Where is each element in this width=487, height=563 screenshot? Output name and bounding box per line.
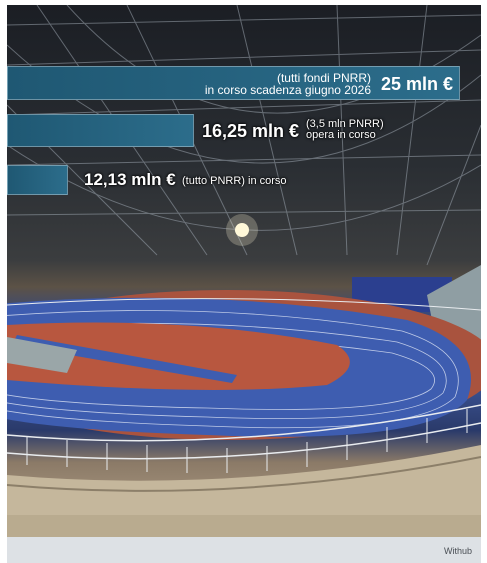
credit-strip: Withub xyxy=(7,537,481,563)
funding-note-2: (3,5 mln PNRR) opera in corso xyxy=(306,119,384,141)
photo-credit: Withub xyxy=(443,546,472,556)
funding-bar-3 xyxy=(7,165,68,195)
infographic: (tutti fondi PNRR) in corso scadenza giu… xyxy=(0,0,487,563)
funding-note-3: (tutto PNRR) in corso xyxy=(182,175,287,187)
funding-amount-2: 16,25 mln € xyxy=(202,121,300,141)
funding-amount-1: 25 mln € xyxy=(380,74,453,94)
funding-bar-1: (tutti fondi PNRR) in corso scadenza giu… xyxy=(7,66,460,100)
funding-bar-2 xyxy=(7,114,194,147)
funding-note-1: (tutti fondi PNRR) in corso scadenza giu… xyxy=(205,72,371,96)
funding-note-1-line2: in corso scadenza giugno 2026 xyxy=(204,83,371,97)
funding-amount-3: 12,13 mln € xyxy=(84,170,176,189)
funding-note-2-line2: opera in corso xyxy=(306,129,376,141)
